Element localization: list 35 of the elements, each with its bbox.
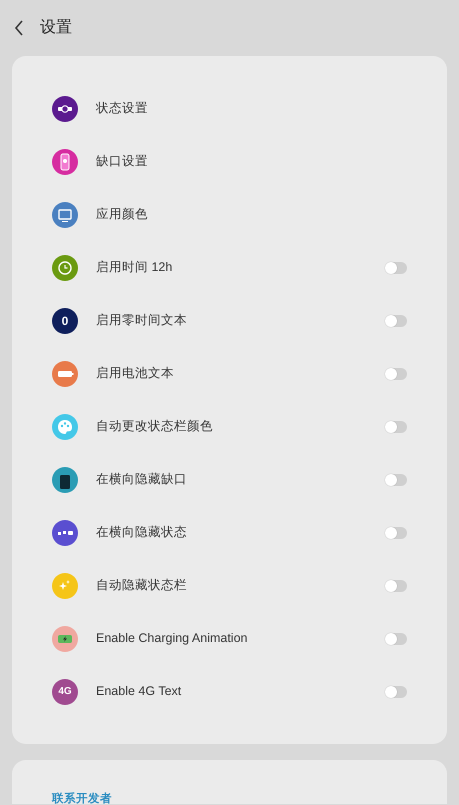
battery-icon — [52, 360, 78, 386]
toggle-switch[interactable] — [385, 580, 407, 592]
setting-label[interactable]: 启用零时间文本 — [96, 311, 385, 330]
setting-label[interactable]: 自动更改状态栏颜色 — [96, 417, 385, 436]
setting-label[interactable]: 状态设置 — [96, 99, 407, 118]
toggle-switch[interactable] — [385, 526, 407, 538]
digit-badge-icon: 0 — [52, 308, 78, 334]
slider-icon — [52, 96, 78, 122]
page-title: 设置 — [40, 18, 72, 38]
setting-label[interactable]: 应用颜色 — [96, 205, 407, 224]
setting-label[interactable]: 启用电池文本 — [96, 364, 385, 383]
palette-icon — [52, 414, 78, 440]
section-title: 联系开发者 — [52, 791, 113, 804]
toggle-switch[interactable] — [385, 314, 407, 326]
status-icons-icon — [52, 520, 78, 546]
toggle-switch[interactable] — [385, 420, 407, 432]
setting-label[interactable]: 自动隐藏状态栏 — [96, 576, 385, 595]
sparkle-icon — [52, 572, 78, 598]
toggle-switch[interactable] — [385, 262, 407, 274]
setting-label[interactable]: 启用时间 12h — [96, 258, 385, 277]
setting-label[interactable]: 在横向隐藏缺口 — [96, 470, 385, 489]
monitor-icon — [52, 202, 78, 228]
setting-label[interactable]: 在横向隐藏状态 — [96, 523, 385, 542]
setting-label[interactable]: Enable 4G Text — [96, 682, 385, 701]
network-badge-icon: 4G — [52, 678, 78, 704]
toggle-switch[interactable] — [385, 474, 407, 486]
charging-icon — [52, 626, 78, 652]
clock-icon — [52, 254, 78, 280]
toggle-switch[interactable] — [385, 368, 407, 380]
toggle-switch[interactable] — [385, 632, 407, 644]
phone-icon — [52, 466, 78, 492]
toggle-switch[interactable] — [385, 686, 407, 698]
setting-label[interactable]: 缺口设置 — [96, 152, 407, 171]
setting-label[interactable]: Enable Charging Animation — [96, 629, 385, 648]
phone-icon — [52, 148, 78, 174]
